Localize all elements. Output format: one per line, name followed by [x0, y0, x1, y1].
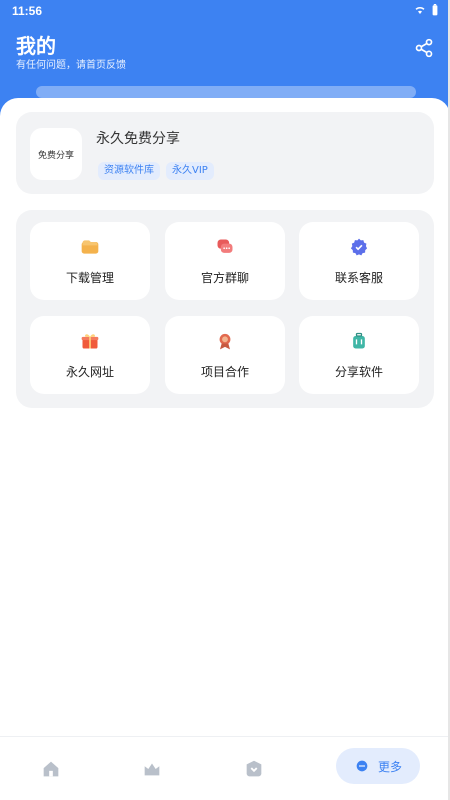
more-icon — [356, 760, 368, 772]
award-icon — [219, 333, 231, 349]
tile-official-group[interactable]: 官方群聊 — [165, 222, 285, 300]
tile-contact-support[interactable]: 联系客服 — [299, 222, 419, 300]
nav-more-label: 更多 — [377, 759, 402, 774]
tile-project-cooperation[interactable]: 项目合作 — [165, 316, 285, 394]
folder-icon — [81, 239, 99, 254]
luggage-icon — [353, 332, 365, 348]
tile-label: 项目合作 — [200, 364, 249, 379]
profile-tag-vip: 永久VIP — [166, 162, 214, 180]
profile-tag-resource: 资源软件库 — [98, 162, 160, 180]
chat-icon — [217, 239, 233, 253]
profile-logo: 免费分享 — [30, 128, 82, 180]
tile-permanent-url[interactable]: 永久网址 — [30, 316, 150, 394]
wifi-icon — [415, 7, 425, 14]
status-time: 11:56 — [12, 4, 43, 18]
page-title: 我的 — [16, 34, 56, 58]
header-bar — [36, 86, 416, 98]
nav-more-tab[interactable]: 更多 — [336, 748, 420, 784]
crown-icon[interactable] — [141, 758, 163, 780]
tile-share-software[interactable]: 分享软件 — [299, 316, 419, 394]
shop-icon[interactable] — [243, 758, 265, 780]
profile-name: 永久免费分享 — [96, 131, 180, 147]
home-icon[interactable] — [40, 758, 62, 780]
page-subtitle: 有任何问题，请首页反馈 — [16, 60, 126, 71]
content-panel — [0, 98, 450, 800]
verified-badge-icon — [350, 238, 368, 255]
share-icon[interactable] — [414, 38, 434, 58]
logo-text: 免费分享 — [37, 150, 74, 161]
tile-label: 分享软件 — [334, 364, 383, 379]
battery-icon — [432, 4, 438, 16]
tile-download-manager[interactable]: 下载管理 — [30, 222, 150, 300]
tile-label: 官方群聊 — [200, 270, 249, 285]
tile-label: 联系客服 — [334, 270, 383, 285]
status-bar: 11:56 — [0, 0, 450, 22]
tile-label: 下载管理 — [65, 270, 114, 285]
gift-icon — [81, 333, 99, 348]
tile-label: 永久网址 — [65, 364, 114, 379]
